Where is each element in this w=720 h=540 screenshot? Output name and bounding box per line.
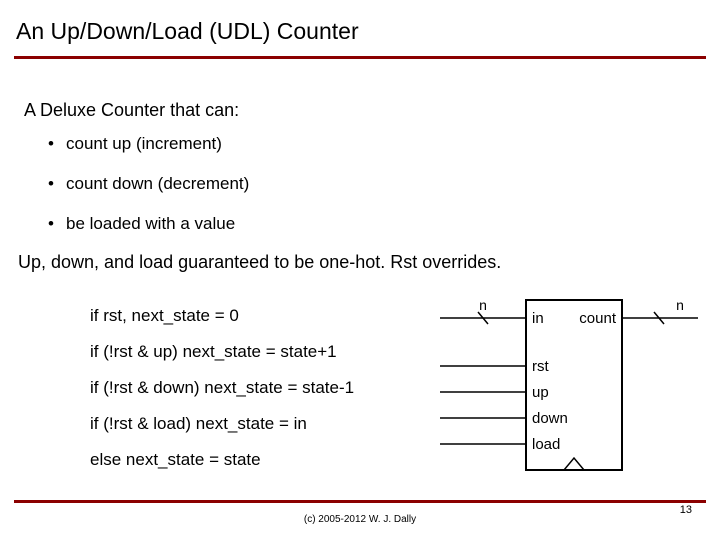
- page-number: 13: [680, 504, 692, 516]
- code-line: if (!rst & up) next_state = state+1: [90, 334, 354, 370]
- code-line: if (!rst & load) next_state = in: [90, 406, 354, 442]
- port-label-load: load: [532, 436, 560, 453]
- slide-title: An Up/Down/Load (UDL) Counter: [16, 18, 359, 45]
- clock-triangle-icon: [564, 458, 584, 470]
- feature-list: count up (increment) count down (decreme…: [48, 134, 249, 254]
- list-item: count down (decrement): [48, 174, 249, 194]
- copyright-text: (c) 2005-2012 W. J. Dally: [0, 514, 720, 525]
- list-item: be loaded with a value: [48, 214, 249, 234]
- pseudocode-block: if rst, next_state = 0 if (!rst & up) ne…: [90, 298, 354, 478]
- title-rule: [14, 56, 706, 59]
- list-item: count up (increment): [48, 134, 249, 154]
- code-line: else next_state = state: [90, 442, 354, 478]
- slide: An Up/Down/Load (UDL) Counter A Deluxe C…: [0, 0, 720, 540]
- code-line: if (!rst & down) next_state = state-1: [90, 370, 354, 406]
- port-label-in: in: [532, 310, 544, 327]
- port-label-count: count: [579, 310, 617, 327]
- footer-rule: [14, 500, 706, 503]
- note-text: Up, down, and load guaranteed to be one-…: [18, 252, 501, 273]
- bus-width-label-left: n: [479, 297, 487, 313]
- port-label-down: down: [532, 410, 568, 427]
- code-line: if rst, next_state = 0: [90, 298, 354, 334]
- port-label-rst: rst: [532, 358, 549, 375]
- block-diagram-svg: n in n count rst up down load: [440, 296, 698, 478]
- intro-text: A Deluxe Counter that can:: [24, 100, 239, 121]
- block-diagram: n in n count rst up down load: [440, 296, 698, 478]
- bus-width-label-right: n: [676, 297, 684, 313]
- port-label-up: up: [532, 384, 549, 401]
